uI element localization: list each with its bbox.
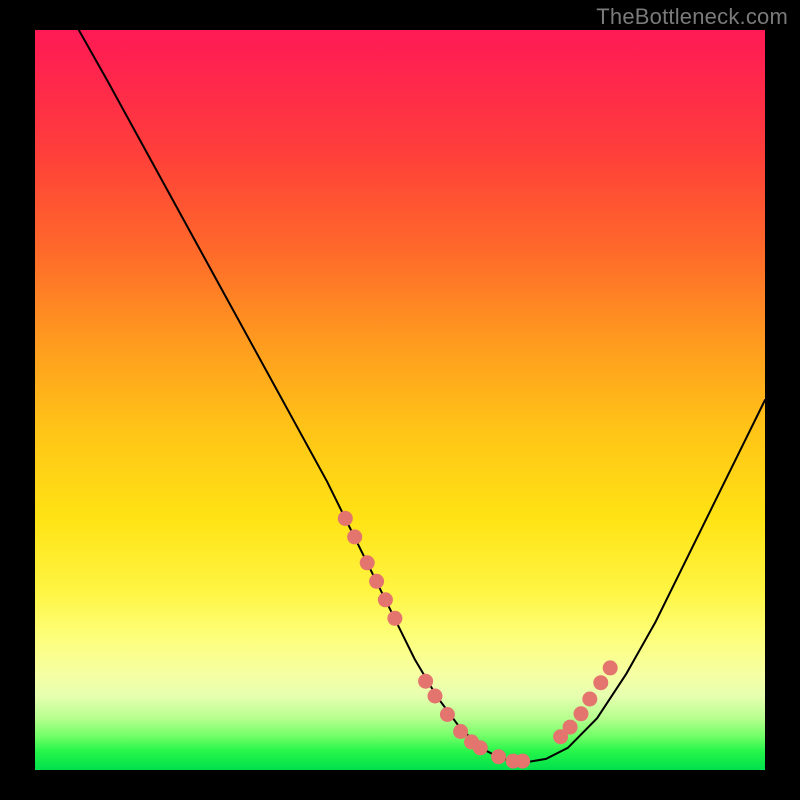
chart-svg xyxy=(35,30,765,770)
bottleneck-curve xyxy=(79,30,765,763)
sample-dot xyxy=(603,660,618,675)
sample-dot xyxy=(418,674,433,689)
sample-dot xyxy=(593,675,608,690)
outer-frame: TheBottleneck.com xyxy=(0,0,800,800)
sample-dot xyxy=(582,692,597,707)
sample-dot xyxy=(440,707,455,722)
sample-dot xyxy=(360,555,375,570)
sample-dot xyxy=(574,706,589,721)
plot-area xyxy=(35,30,765,770)
sample-dot xyxy=(491,749,506,764)
sample-dot xyxy=(515,754,530,769)
sample-dot xyxy=(453,724,468,739)
sample-dot xyxy=(378,592,393,607)
sample-dot xyxy=(347,529,362,544)
watermark-text: TheBottleneck.com xyxy=(596,4,788,30)
sample-dot xyxy=(387,611,402,626)
sample-dot xyxy=(338,511,353,526)
sample-dot xyxy=(563,720,578,735)
sample-dots-group xyxy=(338,511,618,769)
sample-dot xyxy=(473,740,488,755)
sample-dot xyxy=(428,689,443,704)
sample-dot xyxy=(369,574,384,589)
